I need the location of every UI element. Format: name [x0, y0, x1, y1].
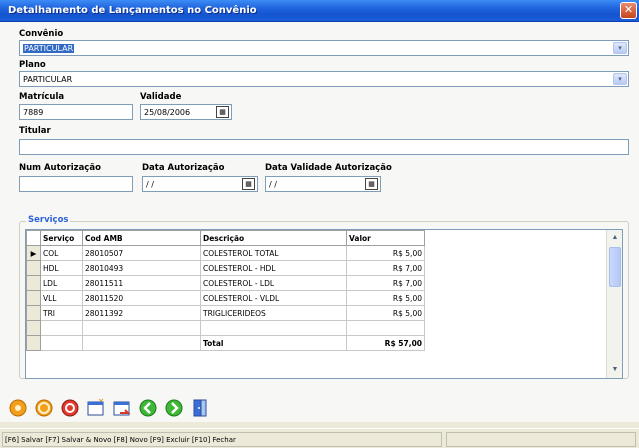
- row-indicator: [26, 335, 41, 351]
- titular-field[interactable]: [19, 139, 629, 155]
- matricula-field[interactable]: 7889: [19, 104, 133, 120]
- cell-cod-amb[interactable]: 28010507: [82, 245, 201, 261]
- cell-servico[interactable]: LDL: [40, 275, 83, 291]
- grid-vertical-scrollbar[interactable]: ▲ ▼: [606, 230, 622, 378]
- orange-circle-ring-icon[interactable]: [34, 398, 54, 418]
- total-row: Total R$ 57,00: [26, 335, 425, 351]
- header-indicator-cell: [26, 230, 41, 246]
- scroll-up-icon[interactable]: ▲: [608, 231, 622, 245]
- cell-descricao[interactable]: COLESTEROL TOTAL: [200, 245, 347, 261]
- cell-descricao[interactable]: TRIGLICERIDEOS: [200, 305, 347, 321]
- row-indicator: [26, 305, 41, 321]
- plano-label: Plano: [19, 60, 46, 70]
- col-header-cod-amb[interactable]: Cod AMB: [82, 230, 201, 246]
- scroll-thumb[interactable]: [609, 247, 621, 287]
- new-window-icon[interactable]: [86, 398, 106, 418]
- calendar-icon[interactable]: ▦: [242, 178, 255, 190]
- calendar-icon[interactable]: ▦: [365, 178, 378, 190]
- data-autorizacao-field[interactable]: / / ▦: [142, 176, 258, 192]
- cell-servico[interactable]: TRI: [40, 305, 83, 321]
- close-icon: ✕: [623, 4, 634, 16]
- table-row[interactable]: HDL 28010493 COLESTEROL - HDL R$ 7,00: [26, 260, 425, 276]
- validade-value: 25/08/2006: [144, 108, 191, 117]
- validade-field[interactable]: 25/08/2006 ▦: [140, 104, 232, 120]
- data-validade-autorizacao-value: / /: [269, 180, 277, 189]
- servicos-group-title: Serviços: [26, 215, 71, 225]
- table-row[interactable]: LDL 28011511 COLESTEROL - LDL R$ 7,00: [26, 275, 425, 291]
- chevron-down-icon[interactable]: ▾: [613, 73, 627, 85]
- convenio-select[interactable]: PARTICULAR ▾: [19, 40, 629, 56]
- cell-descricao[interactable]: COLESTEROL - HDL: [200, 260, 347, 276]
- cell-valor[interactable]: R$ 5,00: [346, 245, 425, 261]
- row-indicator: [26, 320, 41, 336]
- validade-label: Validade: [140, 92, 182, 102]
- data-validade-autorizacao-label: Data Validade Autorização: [265, 163, 392, 173]
- red-target-icon[interactable]: [60, 398, 80, 418]
- row-indicator: [26, 260, 41, 276]
- convenio-value: PARTICULAR: [23, 44, 75, 53]
- data-autorizacao-label: Data Autorização: [142, 163, 225, 173]
- scroll-down-icon[interactable]: ▼: [608, 363, 622, 377]
- cell-cod-amb[interactable]: 28010493: [82, 260, 201, 276]
- window-arrow-icon[interactable]: [112, 398, 132, 418]
- servicos-table: Serviço Cod AMB Descrição Valor ▶ COL 28…: [26, 230, 425, 351]
- shortcut-hints: [F6] Salvar [F7] Salvar & Novo [F8] Novo…: [2, 432, 442, 447]
- total-empty-cell: [82, 335, 201, 351]
- close-button[interactable]: ✕: [620, 2, 637, 19]
- cell-valor[interactable]: [346, 320, 425, 336]
- cell-servico[interactable]: HDL: [40, 260, 83, 276]
- cell-valor[interactable]: R$ 7,00: [346, 275, 425, 291]
- matricula-label: Matrícula: [19, 92, 65, 102]
- matricula-value: 7889: [23, 108, 44, 117]
- table-row[interactable]: [26, 320, 425, 336]
- col-header-descricao[interactable]: Descrição: [200, 230, 347, 246]
- convenio-label: Convênio: [19, 29, 64, 39]
- green-left-arrow-icon[interactable]: [138, 398, 158, 418]
- data-validade-autorizacao-field[interactable]: / / ▦: [265, 176, 381, 192]
- cell-descricao[interactable]: [200, 320, 347, 336]
- calendar-icon[interactable]: ▦: [216, 106, 229, 118]
- table-row[interactable]: TRI 28011392 TRIGLICERIDEOS R$ 5,00: [26, 305, 425, 321]
- table-row[interactable]: ▶ COL 28010507 COLESTEROL TOTAL R$ 5,00: [26, 245, 425, 261]
- col-header-servico[interactable]: Serviço: [40, 230, 83, 246]
- chevron-down-icon[interactable]: ▾: [613, 42, 627, 54]
- cell-cod-amb[interactable]: [82, 320, 201, 336]
- cell-valor[interactable]: R$ 5,00: [346, 290, 425, 306]
- cell-valor[interactable]: R$ 7,00: [346, 260, 425, 276]
- plano-select[interactable]: PARTICULAR ▾: [19, 71, 629, 87]
- cell-servico[interactable]: VLL: [40, 290, 83, 306]
- status-pane-empty: [446, 432, 636, 447]
- cell-servico[interactable]: [40, 320, 83, 336]
- exit-door-icon[interactable]: [190, 398, 210, 418]
- cell-cod-amb[interactable]: 28011520: [82, 290, 201, 306]
- data-autorizacao-value: / /: [146, 180, 154, 189]
- servicos-grid[interactable]: Serviço Cod AMB Descrição Valor ▶ COL 28…: [25, 229, 623, 379]
- num-autorizacao-label: Num Autorização: [19, 163, 101, 173]
- row-indicator: [26, 275, 41, 291]
- green-right-arrow-icon[interactable]: [164, 398, 184, 418]
- plano-value: PARTICULAR: [23, 75, 73, 84]
- num-autorizacao-field[interactable]: [19, 176, 133, 192]
- current-row-icon: ▶: [26, 245, 41, 261]
- status-bar: [F6] Salvar [F7] Salvar & Novo [F8] Novo…: [0, 428, 639, 448]
- total-value: R$ 57,00: [346, 335, 425, 351]
- form-area: Convênio PARTICULAR ▾ Plano PARTICULAR ▾…: [0, 22, 639, 422]
- cell-descricao[interactable]: COLESTEROL - VLDL: [200, 290, 347, 306]
- cell-cod-amb[interactable]: 28011392: [82, 305, 201, 321]
- table-row[interactable]: VLL 28011520 COLESTEROL - VLDL R$ 5,00: [26, 290, 425, 306]
- cell-servico[interactable]: COL: [40, 245, 83, 261]
- titular-label: Titular: [19, 126, 51, 136]
- title-bar: Detalhamento de Lançamentos no Convênio …: [0, 0, 639, 22]
- orange-circle-icon[interactable]: [8, 398, 28, 418]
- cell-valor[interactable]: R$ 5,00: [346, 305, 425, 321]
- total-label: Total: [200, 335, 347, 351]
- cell-cod-amb[interactable]: 28011511: [82, 275, 201, 291]
- window-title: Detalhamento de Lançamentos no Convênio: [8, 5, 257, 16]
- cell-descricao[interactable]: COLESTEROL - LDL: [200, 275, 347, 291]
- col-header-valor[interactable]: Valor: [346, 230, 425, 246]
- total-empty-cell: [40, 335, 83, 351]
- row-indicator: [26, 290, 41, 306]
